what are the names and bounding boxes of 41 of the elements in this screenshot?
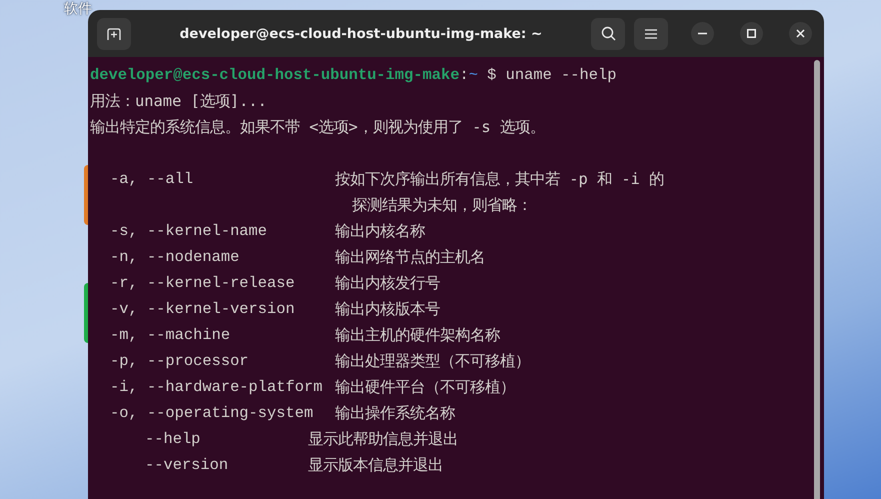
option-name: -v, --kernel-version (110, 300, 295, 318)
option-name: -p, --processor (110, 352, 249, 370)
new-tab-button[interactable] (97, 18, 131, 50)
menu-icon (645, 28, 657, 38)
desktop-icon-label: 软件 (64, 0, 92, 18)
output-line: 输出特定的系统信息。如果不带 <选项>，则视为使用了 -s 选项。 (90, 118, 545, 136)
option-name: -r, --kernel-release (110, 274, 295, 292)
option-description: 输出内核发行号 (335, 273, 440, 294)
option-name: -n, --nodename (110, 248, 240, 266)
option-description: 输出网络节点的主机名 (335, 247, 485, 268)
option-name: -a, --all (110, 170, 194, 188)
option-description: 输出内核名称 (335, 221, 425, 242)
option-description: 按如下次序输出所有信息，其中若 -p 和 -i 的 (335, 169, 664, 190)
search-icon (600, 26, 616, 41)
minimize-button[interactable] (691, 22, 714, 45)
option-description: 探测结果为未知，则省略： (352, 195, 532, 216)
maximize-icon (747, 29, 756, 38)
new-tab-icon (107, 28, 121, 40)
minimize-icon (698, 32, 707, 35)
option-description: 输出内核版本号 (335, 299, 440, 320)
option-name: --help (145, 430, 200, 448)
option-name: -s, --kernel-name (110, 222, 268, 240)
close-icon (796, 29, 805, 38)
option-name: --version (145, 456, 228, 474)
option-description: 显示此帮助信息并退出 (308, 429, 458, 450)
option-name: -i, --hardware-platform (110, 378, 322, 396)
search-button[interactable] (591, 18, 625, 50)
option-description: 显示版本信息并退出 (308, 455, 443, 476)
menu-button[interactable] (634, 18, 668, 50)
close-button[interactable] (789, 22, 812, 45)
option-name: -m, --machine (110, 326, 230, 344)
prompt-line: developer@ecs-cloud-host-ubuntu-img-make:~ $ uname --help (90, 66, 616, 84)
option-description: 输出操作系统名称 (335, 403, 455, 424)
scrollbar[interactable] (814, 60, 820, 499)
option-description: 输出硬件平台（不可移植） (335, 377, 515, 398)
option-name: -o, --operating-system (110, 404, 314, 422)
maximize-button[interactable] (740, 22, 763, 45)
option-description: 输出主机的硬件架构名称 (335, 325, 500, 346)
option-description: 输出处理器类型（不可移植） (335, 351, 530, 372)
window-title: developer@ecs-cloud-host-ubuntu-img-make: ~ (178, 26, 544, 42)
output-line: 用法：uname [选项]... (90, 92, 267, 110)
